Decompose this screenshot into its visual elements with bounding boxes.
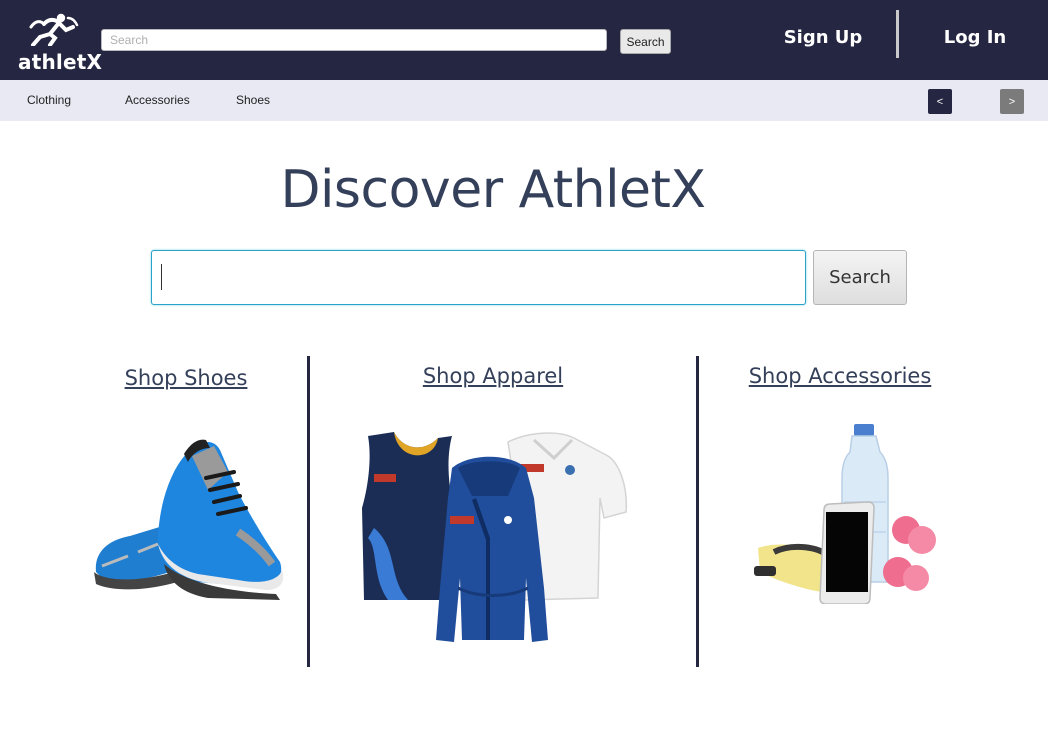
shop-shoes-link[interactable]: Shop Shoes [106, 366, 266, 390]
main-search-button[interactable]: Search [813, 250, 907, 305]
shop-apparel-link[interactable]: Shop Apparel [398, 364, 588, 388]
category-shoes[interactable]: Shoes [236, 93, 270, 107]
header-search-input[interactable] [101, 29, 607, 51]
apparel-image[interactable] [358, 428, 630, 650]
category-accessories[interactable]: Accessories [125, 93, 190, 107]
shoes-image[interactable] [88, 432, 288, 602]
text-cursor [161, 264, 162, 290]
category-clothing[interactable]: Clothing [27, 93, 71, 107]
page-title: Discover AthletX [280, 160, 706, 220]
sign-up-link[interactable]: Sign Up [772, 27, 874, 48]
category-next-button[interactable]: > [1000, 89, 1024, 114]
accessories-image[interactable] [750, 422, 950, 604]
section-divider [307, 356, 310, 667]
category-prev-button[interactable]: < [928, 89, 952, 114]
section-divider [696, 356, 699, 667]
shop-accessories-link[interactable]: Shop Accessories [740, 364, 940, 388]
log-in-link[interactable]: Log In [930, 27, 1020, 48]
athletx-logo[interactable]: athletX [14, 12, 102, 74]
runner-icon [29, 13, 79, 46]
top-header: athletX Search Sign Up Log In [0, 0, 1048, 80]
logo-text: athletX [18, 50, 103, 74]
category-nav: Clothing Accessories Shoes [0, 80, 1048, 121]
header-search-button[interactable]: Search [620, 29, 671, 54]
main-search-input[interactable] [151, 250, 806, 305]
header-divider [896, 10, 899, 58]
